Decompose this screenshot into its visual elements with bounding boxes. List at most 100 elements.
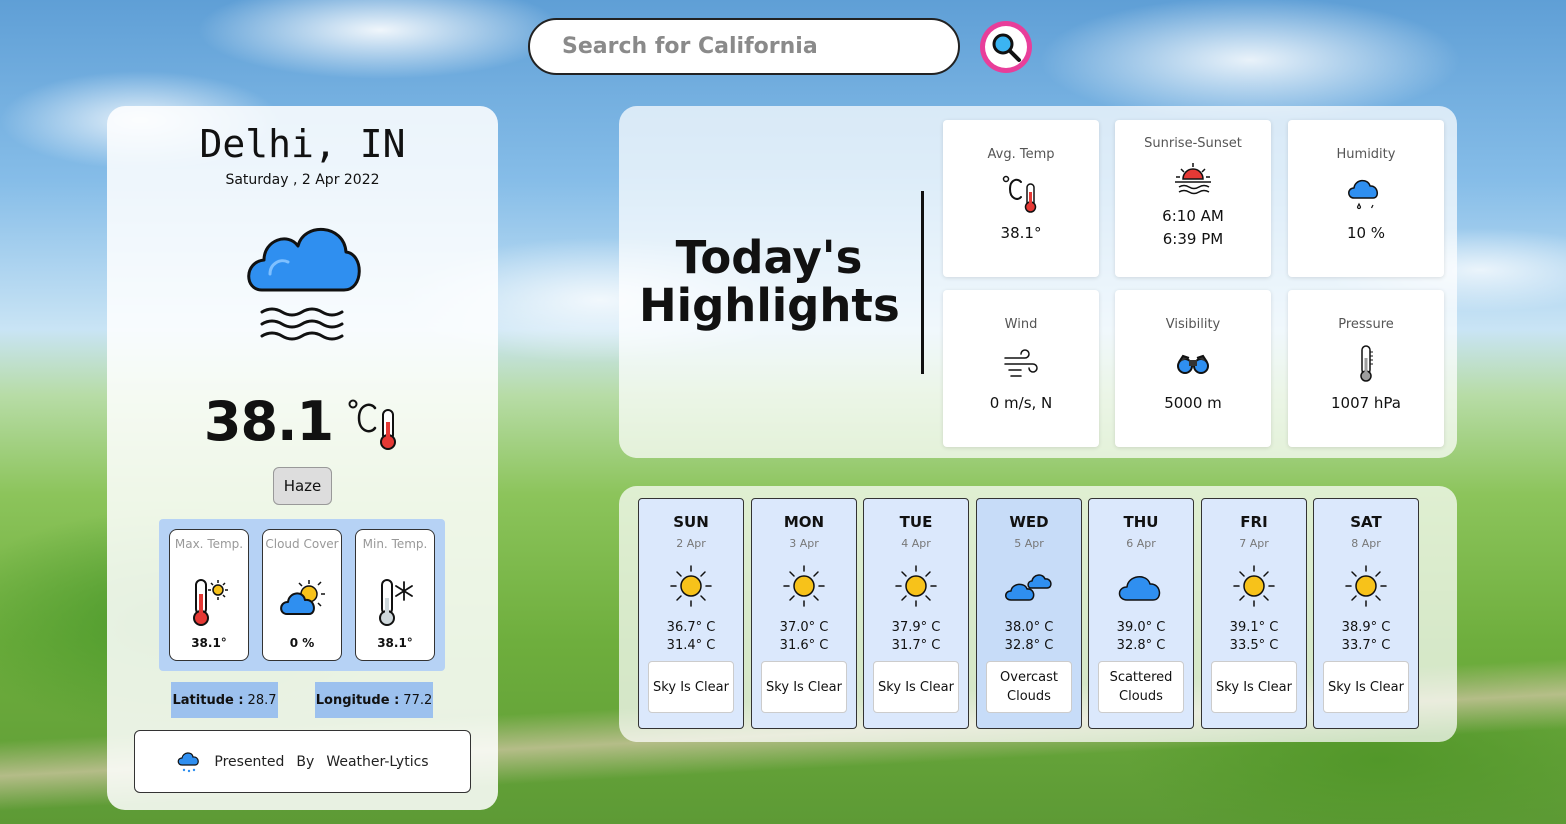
forecast-day-date: 2 Apr [676,537,706,550]
search-bar[interactable] [528,18,960,75]
humidity-label: Humidity [1336,147,1396,162]
forecast-description: Sky Is Clear [1323,661,1409,713]
current-temperature: 38.1 [203,390,334,453]
search-button[interactable] [980,21,1032,73]
sunrise-sunset-values: 6:10 AM 6:39 PM [1162,205,1224,251]
visibility-label: Visibility [1165,317,1221,332]
todays-highlights-panel: Today's Highlights Avg. Temp 38.1° Sunri… [619,106,1457,458]
partly-cloudy-icon [280,580,325,615]
thermometer-celsius-icon [1002,175,1037,213]
sunset-time: 6:39 PM [1162,230,1224,248]
avg-temp-value: 38.1° [1000,224,1042,242]
sunrise-time: 6:10 AM [1162,207,1224,225]
cloud-cover-label: Cloud Cover [265,537,339,551]
humidity-value: 10 % [1346,224,1386,242]
humidity-card: Humidity 10 % [1288,120,1444,277]
condition-badge: Haze [273,467,332,505]
sun-icon [670,565,712,607]
forecast-day-fri: FRI 7 Apr 39.1° C 33.5° C Sky Is Clear [1201,498,1307,729]
min-temp-label: Min. Temp. [362,537,428,551]
forecast-day-name: WED [1009,513,1049,531]
highlights-title: Today's Highlights [639,231,900,332]
forecast-high: 39.0° C [1116,620,1166,635]
sunset-icon [1175,163,1211,195]
forecast-day-tue: TUE 4 Apr 37.9° C 31.7° C Sky Is Clear [863,498,969,729]
current-temperature-row: 38.1 [107,390,498,453]
longitude-label: Longitude : [315,692,400,708]
forecast-description: Scattered Clouds [1098,661,1184,713]
sun-icon [1233,565,1275,607]
highlights-title-line2: Highlights [639,279,900,332]
forecast-low: 32.8° C [1004,638,1054,653]
latitude-label: Latitude : [172,692,244,708]
cloud-cover-value: 0 % [289,636,315,650]
forecast-description: Sky Is Clear [873,661,959,713]
current-weather-panel: Delhi, IN Saturday , 2 Apr 2022 38.1 Haz… [107,106,498,810]
forecast-day-sun: SUN 2 Apr 36.7° C 31.4° C Sky Is Clear [638,498,744,729]
binoculars-icon [1177,354,1209,374]
footer-by: By [296,753,315,770]
forecast-day-wed: WED 5 Apr 38.0° C 32.8° C Overcast Cloud… [976,498,1082,729]
forecast-day-date: 4 Apr [901,537,931,550]
visibility-card: Visibility 5000 m [1115,290,1271,447]
forecast-low: 31.6° C [779,638,829,653]
hot-thermometer-icon [193,579,228,626]
search-icon [992,33,1021,62]
search-input[interactable] [562,34,958,59]
forecast-low: 31.4° C [666,638,716,653]
rain-cloud-icon [1348,179,1378,210]
sunrise-sunset-label: Sunrise-Sunset [1144,136,1242,151]
forecast-day-name: SUN [673,513,709,531]
city-name: Delhi, IN [199,122,406,166]
cold-thermometer-icon [379,579,413,626]
sun-icon [783,565,825,607]
wind-card: Wind 0 m/s, N [943,290,1099,447]
min-temp-value: 38.1° [377,636,413,650]
clouds-icon [1005,574,1052,601]
max-temp-label: Max. Temp. [174,537,244,551]
forecast-day-date: 5 Apr [1014,537,1044,550]
forecast-low: 33.7° C [1341,638,1391,653]
forecast-high: 39.1° C [1229,620,1279,635]
forecast-description: Overcast Clouds [986,661,1072,713]
pressure-card: Pressure 1007 hPa [1288,290,1444,447]
current-date: Saturday , 2 Apr 2022 [225,172,380,188]
forecast-day-name: THU [1123,513,1159,531]
stats-group: Max. Temp. 38.1° Cloud Cover 0 % Min. Te… [159,519,445,671]
pressure-label: Pressure [1338,317,1394,332]
haze-cloud-icon [247,228,361,341]
pressure-value: 1007 hPa [1330,394,1401,412]
wind-value: 0 m/s, N [989,394,1053,412]
latitude-value: 28.7 [247,692,277,708]
weather-lytics-logo-icon [178,751,200,772]
sun-icon [895,565,937,607]
longitude-badge: Longitude : 77.2 [315,682,433,718]
min-temp-card: Min. Temp. 38.1° [355,529,435,661]
sun-icon [1345,565,1387,607]
celsius-thermometer-icon [348,399,397,450]
latitude-badge: Latitude : 28.7 [171,682,278,718]
forecast-day-name: MON [783,513,825,531]
forecast-high: 38.0° C [1004,620,1054,635]
highlights-title-line1: Today's [675,231,863,284]
forecast-high: 37.0° C [779,620,829,635]
forecast-description: Sky Is Clear [1211,661,1297,713]
forecast-day-name: TUE [899,513,933,531]
avg-temp-card: Avg. Temp 38.1° [943,120,1099,277]
cloud-cover-card: Cloud Cover 0 % [262,529,342,661]
forecast-day-name: FRI [1240,513,1268,531]
forecast-day-name: SAT [1350,513,1382,531]
forecast-description: Sky Is Clear [648,661,734,713]
wind-icon [1004,349,1038,377]
max-temp-card: Max. Temp. 38.1° [169,529,249,661]
footer-brand: Weather-Lytics [326,753,429,770]
avg-temp-label: Avg. Temp [987,147,1055,162]
forecast-low: 32.8° C [1116,638,1166,653]
cloud-icon [1118,576,1161,601]
wind-label: Wind [1004,317,1038,332]
forecast-day-date: 7 Apr [1239,537,1269,550]
forecast-high: 38.9° C [1341,620,1391,635]
forecast-day-mon: MON 3 Apr 37.0° C 31.6° C Sky Is Clear [751,498,857,729]
sunrise-sunset-card: Sunrise-Sunset 6:10 AM 6:39 PM [1115,120,1271,277]
footer-presented: Presented [214,753,285,770]
